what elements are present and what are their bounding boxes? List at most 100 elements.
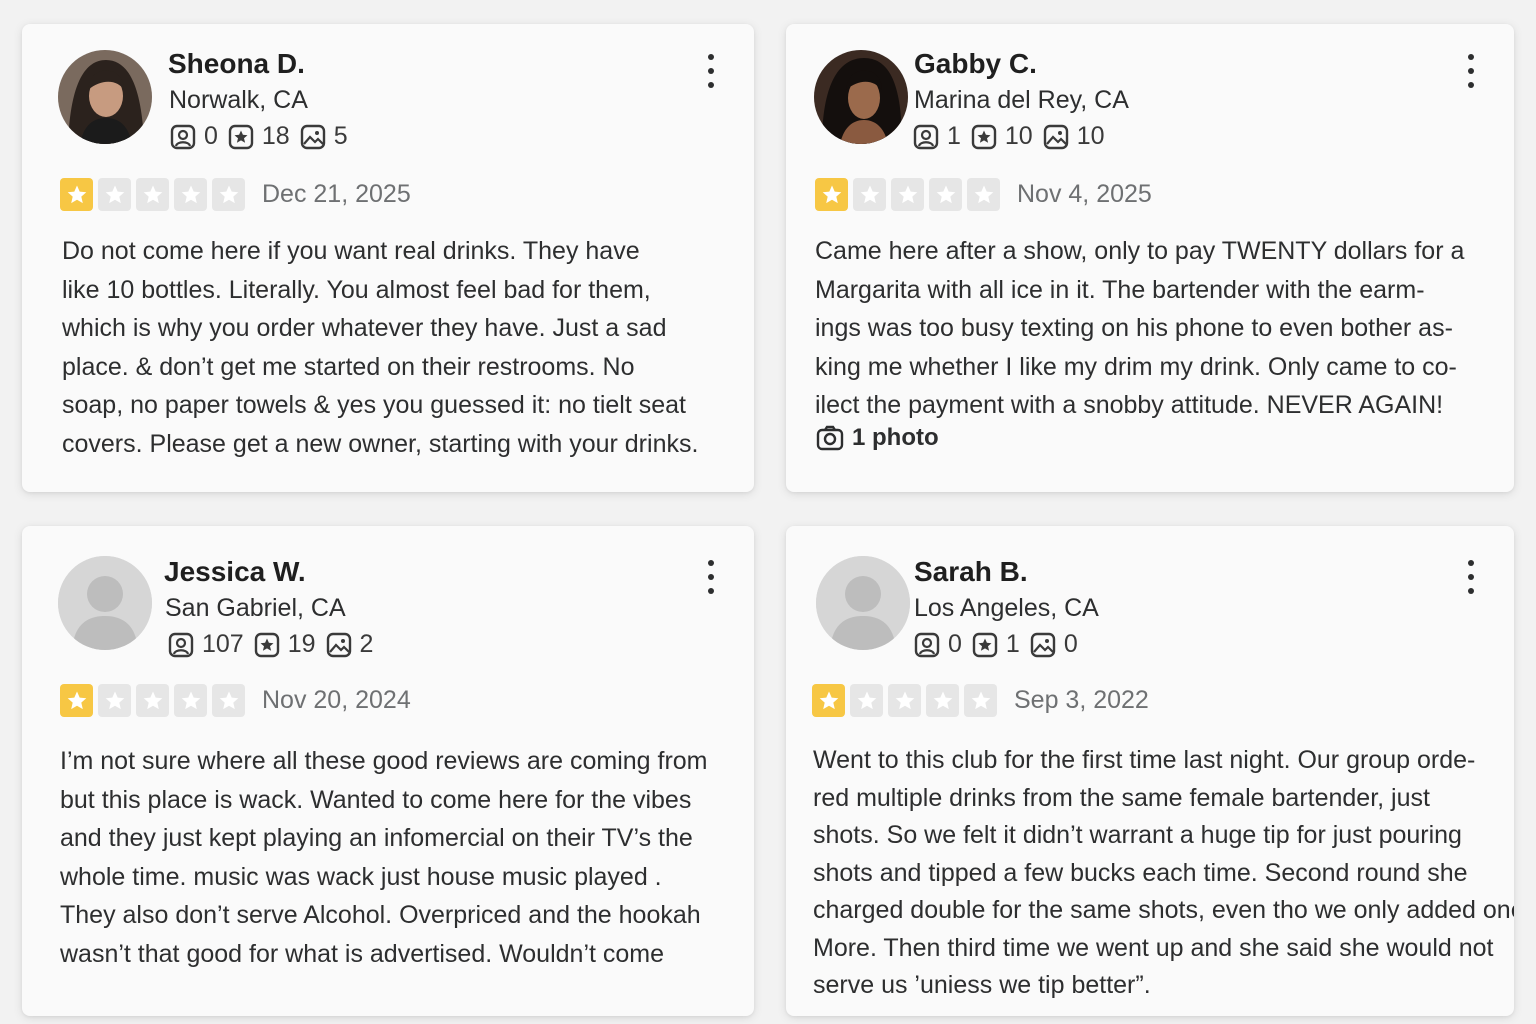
- review-text-line: ilect the payment with a snobby attitude…: [815, 391, 1444, 419]
- more-options-icon[interactable]: [1464, 54, 1478, 88]
- review-star-icon: [971, 124, 997, 149]
- star-empty-icon: [964, 684, 997, 717]
- reviewer-location: Los Angeles, CA: [914, 594, 1099, 622]
- star-empty-icon: [853, 178, 886, 211]
- reviewer-name[interactable]: Sarah B.: [914, 556, 1028, 588]
- review-text: I’m not sure where all these good review…: [60, 742, 750, 973]
- review-text: Went to this club for the first time las…: [813, 742, 1514, 1005]
- review-text-line: king me whether I like my drim my drink.…: [815, 352, 1457, 381]
- reviewer-name[interactable]: Sheona D.: [168, 48, 305, 80]
- star-empty-icon: [891, 178, 924, 211]
- more-options-icon[interactable]: [1464, 560, 1478, 594]
- review-text-line: I’m not sure where all these good review…: [60, 747, 708, 775]
- review-text-line: and they just kept playing an infomercia…: [60, 824, 693, 852]
- user-avatar[interactable]: [58, 50, 152, 144]
- star-rating: [815, 178, 1005, 211]
- review-text-line: wasn’t that good for what is advertised.…: [60, 939, 665, 968]
- rating-row: Dec 21, 2025: [60, 178, 411, 211]
- star-rating: [60, 684, 250, 717]
- review-text: Came here after a show, only to pay TWEN…: [815, 232, 1505, 425]
- friends-icon: [914, 632, 940, 657]
- reviews-count: 10: [1004, 122, 1033, 150]
- review-date: Nov 4, 2025: [1017, 180, 1152, 208]
- reviews-stat: 19: [254, 630, 316, 659]
- review-card: Jessica W. San Gabriel, CA 107 19 2 Nov …: [22, 526, 754, 1016]
- reviewer-location: Marina del Rey, CA: [914, 86, 1129, 114]
- reviews-count: 1: [1005, 630, 1020, 658]
- image-icon: [300, 124, 325, 149]
- reviews-stat: 10: [971, 122, 1033, 151]
- review-text-line: More. Then third time we went up and she…: [813, 933, 1494, 962]
- star-empty-icon: [136, 178, 169, 211]
- default-avatar[interactable]: [816, 556, 910, 650]
- review-text-line: Came here after a show, only to pay TWEN…: [815, 237, 1465, 265]
- reviews-grid: Sheona D. Norwalk, CA 0 18 5 Dec 21, 202…: [0, 0, 1536, 1024]
- review-text-line: like 10 bottles. Literally. You almost f…: [62, 275, 651, 304]
- review-card: Sarah B. Los Angeles, CA 0 1 0 Sep 3, 20…: [786, 526, 1514, 1016]
- reviewer-location: Norwalk, CA: [169, 86, 308, 114]
- photo-link-label[interactable]: 1 photo: [852, 424, 939, 452]
- star-filled-icon: [60, 684, 93, 717]
- reviewer-stats: 1 10 10: [913, 122, 1115, 151]
- star-empty-icon: [926, 684, 959, 717]
- photos-count: 5: [333, 122, 348, 150]
- friends-stat: 107: [168, 630, 244, 659]
- review-text: Do not come here if you want real drinks…: [62, 232, 742, 463]
- star-empty-icon: [929, 178, 962, 211]
- star-empty-icon: [174, 178, 207, 211]
- default-avatar[interactable]: [58, 556, 152, 650]
- rating-row: Nov 4, 2025: [815, 178, 1152, 211]
- review-star-icon: [228, 124, 254, 149]
- star-rating: [812, 684, 1002, 717]
- camera-icon: [816, 425, 844, 451]
- star-empty-icon: [174, 684, 207, 717]
- more-options-icon[interactable]: [704, 560, 718, 594]
- review-text-line: which is why you order whatever they hav…: [62, 314, 667, 342]
- reviews-stat: 18: [228, 122, 290, 151]
- rating-row: Sep 3, 2022: [812, 684, 1149, 717]
- star-filled-icon: [60, 178, 93, 211]
- reviewer-name[interactable]: Gabby C.: [914, 48, 1037, 80]
- friends-stat: 0: [170, 122, 218, 151]
- review-text-line: shots and tipped a few bucks each time. …: [813, 858, 1468, 887]
- star-empty-icon: [212, 684, 245, 717]
- star-filled-icon: [815, 178, 848, 211]
- friends-count: 0: [948, 630, 962, 658]
- review-text-line: covers. Please get a new owner, starting…: [62, 429, 699, 458]
- photos-count: 0: [1063, 630, 1078, 658]
- review-star-icon: [254, 632, 279, 657]
- review-date: Dec 21, 2025: [262, 180, 411, 208]
- photos-stat: 10: [1043, 122, 1105, 151]
- reviewer-stats: 0 18 5: [170, 122, 358, 151]
- review-text-line: Margarita with all ice in it. The barten…: [815, 275, 1425, 304]
- review-text-line: charged double for the same shots, even …: [813, 896, 1514, 924]
- review-date: Nov 20, 2024: [262, 686, 411, 714]
- reviews-count: 19: [287, 630, 316, 658]
- image-icon: [326, 632, 351, 657]
- reviewer-name[interactable]: Jessica W.: [164, 556, 306, 588]
- review-text-line: Went to this club for the first time las…: [813, 746, 1476, 774]
- review-text-line: red multiple drinks from the same female…: [813, 783, 1430, 812]
- review-text-line: ings was too busy texting on his phone t…: [815, 314, 1453, 342]
- star-empty-icon: [212, 178, 245, 211]
- star-empty-icon: [98, 684, 131, 717]
- image-icon: [1043, 124, 1068, 149]
- review-text-line: serve us ’uniess we tip better”.: [813, 971, 1151, 999]
- user-avatar[interactable]: [814, 50, 908, 144]
- photos-stat: 0: [1030, 630, 1078, 659]
- star-empty-icon: [850, 684, 883, 717]
- reviewer-stats: 0 1 0: [914, 630, 1088, 659]
- review-date: Sep 3, 2022: [1014, 686, 1149, 714]
- star-rating: [60, 178, 250, 211]
- photos-stat: 2: [326, 630, 374, 659]
- more-options-icon[interactable]: [704, 54, 718, 88]
- photos-stat: 5: [300, 122, 348, 151]
- review-text-line: but this place is wack. Wanted to come h…: [60, 785, 692, 814]
- photos-count: 2: [359, 630, 374, 658]
- friends-count: 0: [204, 122, 218, 150]
- friends-stat: 1: [913, 122, 961, 151]
- photo-link[interactable]: 1 photo: [816, 424, 939, 452]
- review-text-line: soap, no paper towels & yes you guessed …: [62, 391, 686, 419]
- review-text-line: Do not come here if you want real drinks…: [62, 237, 640, 265]
- reviews-stat: 1: [972, 630, 1020, 659]
